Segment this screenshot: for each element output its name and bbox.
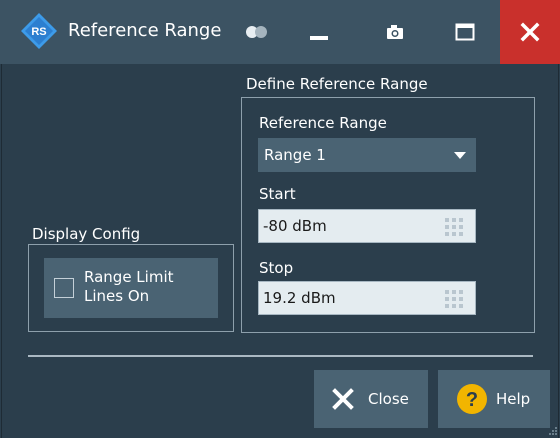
window-title: Reference Range: [68, 20, 222, 41]
start-label: Start: [259, 185, 296, 203]
window-close-button[interactable]: [500, 0, 560, 64]
stop-label: Stop: [259, 259, 294, 277]
close-icon: [520, 22, 540, 42]
close-button[interactable]: Close: [314, 370, 428, 428]
screenshot-button[interactable]: [370, 0, 420, 64]
maximize-icon: [455, 23, 475, 41]
range-limit-lines-toggle[interactable]: Range Limit Lines On: [44, 258, 218, 318]
close-button-label: Close: [368, 390, 409, 408]
maximize-button[interactable]: [440, 0, 490, 64]
camera-icon: [387, 25, 403, 39]
chevron-down-icon: [454, 152, 466, 159]
keypad-icon[interactable]: [445, 290, 463, 308]
define-reference-range-group-label: Define Reference Range: [246, 75, 428, 93]
toggle-icon: [246, 26, 267, 38]
keypad-icon[interactable]: [445, 218, 463, 236]
svg-text:RS: RS: [31, 26, 46, 38]
close-icon: [332, 388, 354, 410]
start-input[interactable]: -80 dBm: [258, 209, 476, 243]
range-limit-lines-label-line2: Lines On: [84, 287, 150, 305]
help-button[interactable]: ? Help: [438, 370, 550, 428]
reference-range-dropdown[interactable]: Range 1: [258, 138, 476, 172]
resize-grip-icon[interactable]: [546, 424, 558, 436]
range-limit-lines-checkbox[interactable]: [54, 278, 74, 298]
separator: [28, 355, 533, 357]
title-bar: RS Reference Range: [0, 0, 560, 64]
start-value: -80 dBm: [263, 217, 327, 235]
svg-text:?: ?: [466, 389, 478, 411]
range-limit-lines-label: Range Limit Lines On: [84, 268, 174, 306]
stop-input[interactable]: 19.2 dBm: [258, 281, 476, 315]
stop-value: 19.2 dBm: [263, 289, 336, 307]
app-logo-icon: RS: [21, 13, 57, 49]
minimize-icon: [310, 36, 328, 40]
display-config-group-label: Display Config: [32, 225, 141, 243]
range-limit-lines-label-line1: Range Limit: [84, 268, 174, 286]
help-button-label: Help: [496, 390, 531, 408]
reference-range-label: Reference Range: [259, 114, 387, 132]
reference-range-selected-value: Range 1: [264, 146, 326, 164]
help-icon: ?: [457, 384, 487, 414]
toggle-button[interactable]: [232, 0, 282, 64]
minimize-button[interactable]: [294, 0, 344, 64]
